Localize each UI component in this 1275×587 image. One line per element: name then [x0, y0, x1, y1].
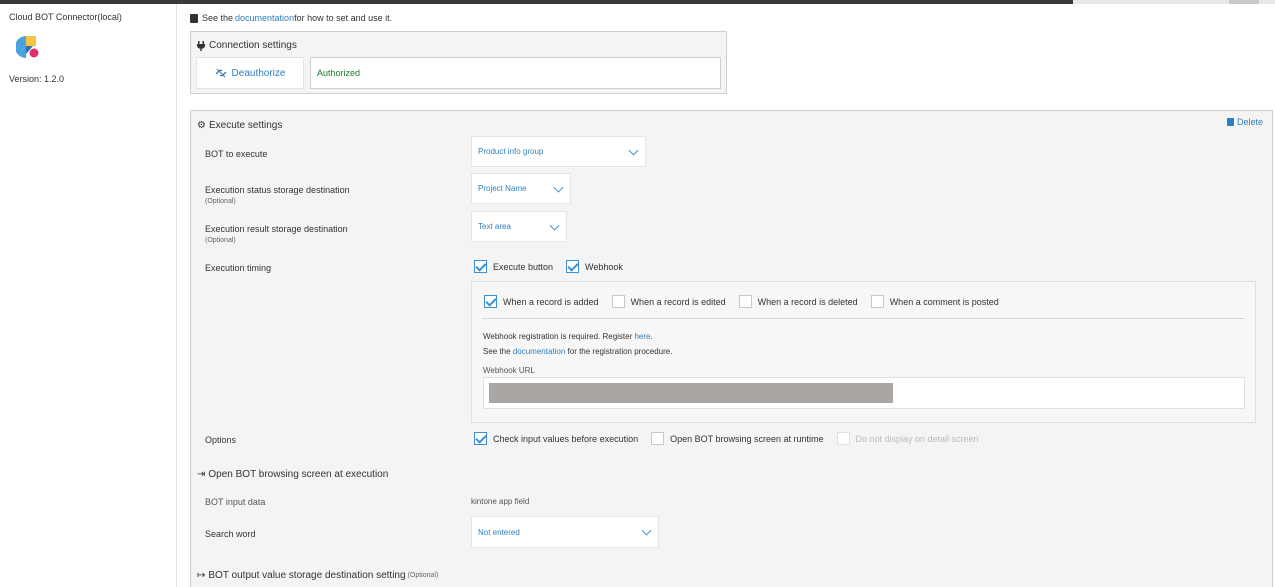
open-browsing-screen-checkbox[interactable] — [651, 432, 665, 445]
execution-timing-options: Execute button Webhook — [474, 260, 636, 273]
chevron-down-icon — [628, 145, 639, 156]
check-input-values-checkbox[interactable] — [474, 432, 487, 445]
check-input-values-label: Check input values before execution — [493, 433, 639, 444]
authorization-status: Authorized — [310, 57, 721, 89]
webhook-register-text: Webhook registration is required. Regist… — [483, 332, 635, 341]
open-bot-section-label: Open BOT browsing screen at execution — [208, 469, 389, 480]
open-browsing-screen-label: Open BOT browsing screen at runtime — [670, 433, 824, 444]
connection-settings-panel: Connection settings Deauthorize Authoriz… — [190, 31, 727, 94]
output-section-label: BOT output value storage destination set… — [208, 570, 406, 581]
sign-in-icon: ⇥ — [197, 469, 206, 480]
sidebar: Cloud BOT Connector(local) Version: 1.2.… — [0, 4, 177, 587]
hide-detail-screen-checkbox — [836, 432, 850, 445]
webhook-doc-note: See the documentation for the registrati… — [483, 347, 672, 356]
webhook-doc-suffix: for the registration procedure. — [565, 347, 673, 356]
execute-button-checkbox[interactable] — [474, 260, 487, 273]
chevron-down-icon — [641, 525, 652, 536]
search-word-select[interactable]: Not entered — [471, 516, 659, 548]
record-deleted-label: When a record is deleted — [757, 296, 858, 307]
bot-input-data-label: BOT input data — [205, 497, 266, 507]
webhook-label: Webhook — [585, 261, 623, 272]
bot-input-data-value: kintone app field — [471, 497, 530, 506]
result-storage-value: Text area — [478, 222, 511, 231]
chevron-down-icon — [553, 182, 564, 193]
execute-button-label: Execute button — [493, 261, 554, 272]
webhook-checkbox[interactable] — [566, 260, 580, 273]
options-row: Check input values before execution Open… — [474, 432, 992, 445]
doc-note-prefix: See the — [202, 13, 234, 23]
execution-timing-label: Execution timing — [205, 263, 272, 273]
search-word-value: Not entered — [478, 527, 520, 537]
open-bot-section-title: ⇥ Open BOT browsing screen at execution — [197, 469, 388, 480]
webhook-doc-prefix: See the — [483, 347, 513, 356]
comment-posted-checkbox[interactable] — [870, 295, 884, 308]
bot-to-execute-value: Product info group — [478, 147, 544, 156]
connection-settings-label: Connection settings — [209, 40, 297, 51]
chevron-down-icon — [549, 220, 560, 231]
version-text: Version: 1.2.0 — [9, 74, 65, 84]
webhook-url-redacted — [489, 383, 893, 403]
gear-icon: ⚙ — [197, 120, 206, 131]
webhook-register-note: Webhook registration is required. Regist… — [483, 332, 653, 341]
delete-label: Delete — [1236, 117, 1263, 127]
deauthorize-label: Deauthorize — [231, 67, 286, 79]
delete-button[interactable]: Delete — [1226, 117, 1263, 127]
result-storage-optional: (Optional) — [205, 237, 236, 244]
options-label: Options — [205, 435, 237, 445]
webhook-events: When a record is added When a record is … — [484, 295, 1012, 308]
trash-icon — [1226, 118, 1234, 126]
book-icon — [190, 13, 198, 23]
comment-posted-label: When a comment is posted — [889, 296, 999, 307]
app-logo — [16, 36, 39, 58]
webhook-url-label: Webhook URL — [483, 366, 535, 375]
record-deleted-checkbox[interactable] — [738, 295, 752, 308]
execute-settings-title: ⚙ Execute settings — [197, 120, 282, 131]
main-content: See the documentation for how to set and… — [177, 4, 1275, 587]
register-here-link[interactable]: here — [634, 332, 650, 341]
result-storage-label-text: Execution result storage destination — [205, 224, 348, 234]
status-storage-label: Execution status storage destination (Op… — [205, 185, 350, 205]
record-added-checkbox[interactable] — [484, 295, 497, 308]
webhook-url-field[interactable] — [483, 377, 1245, 409]
record-edited-label: When a record is edited — [630, 296, 726, 307]
webhook-register-end: . — [650, 332, 653, 341]
record-edited-checkbox[interactable] — [611, 295, 625, 308]
doc-note: See the documentation for how to set and… — [190, 13, 392, 23]
registration-documentation-link[interactable]: documentation — [513, 347, 565, 356]
bot-to-execute-label: BOT to execute — [205, 149, 268, 159]
result-storage-label: Execution result storage destination (Op… — [205, 224, 348, 244]
output-section-optional: (Optional) — [407, 572, 439, 579]
search-word-label: Search word — [205, 529, 256, 539]
webhook-settings-panel: When a record is added When a record is … — [471, 281, 1256, 423]
result-storage-select[interactable]: Text area — [471, 211, 567, 242]
deauthorize-button[interactable]: Deauthorize — [196, 57, 304, 89]
sign-out-icon: ↦ — [197, 570, 206, 581]
output-section-title: ↦ BOT output value storage destination s… — [197, 570, 438, 581]
app-name: Cloud BOT Connector(local) — [9, 12, 122, 22]
doc-note-suffix: for how to set and use it. — [294, 13, 393, 23]
status-storage-label-text: Execution status storage destination — [205, 185, 350, 195]
divider — [482, 318, 1245, 319]
record-added-label: When a record is added — [503, 296, 599, 307]
connection-settings-title: Connection settings — [197, 40, 297, 51]
hide-detail-screen-label: Do not display on detail screen — [855, 433, 979, 444]
status-storage-select[interactable]: Project Name — [471, 173, 571, 204]
status-storage-optional: (Optional) — [205, 198, 236, 205]
bot-to-execute-select[interactable]: Product info group — [471, 136, 646, 167]
execute-settings-label: Execute settings — [208, 120, 283, 131]
unlink-icon — [215, 68, 226, 78]
plug-icon — [197, 40, 205, 51]
status-storage-value: Project Name — [478, 184, 527, 193]
documentation-link[interactable]: documentation — [235, 13, 294, 23]
execute-settings-panel: ⚙ Execute settings Delete BOT to execute… — [190, 110, 1273, 587]
